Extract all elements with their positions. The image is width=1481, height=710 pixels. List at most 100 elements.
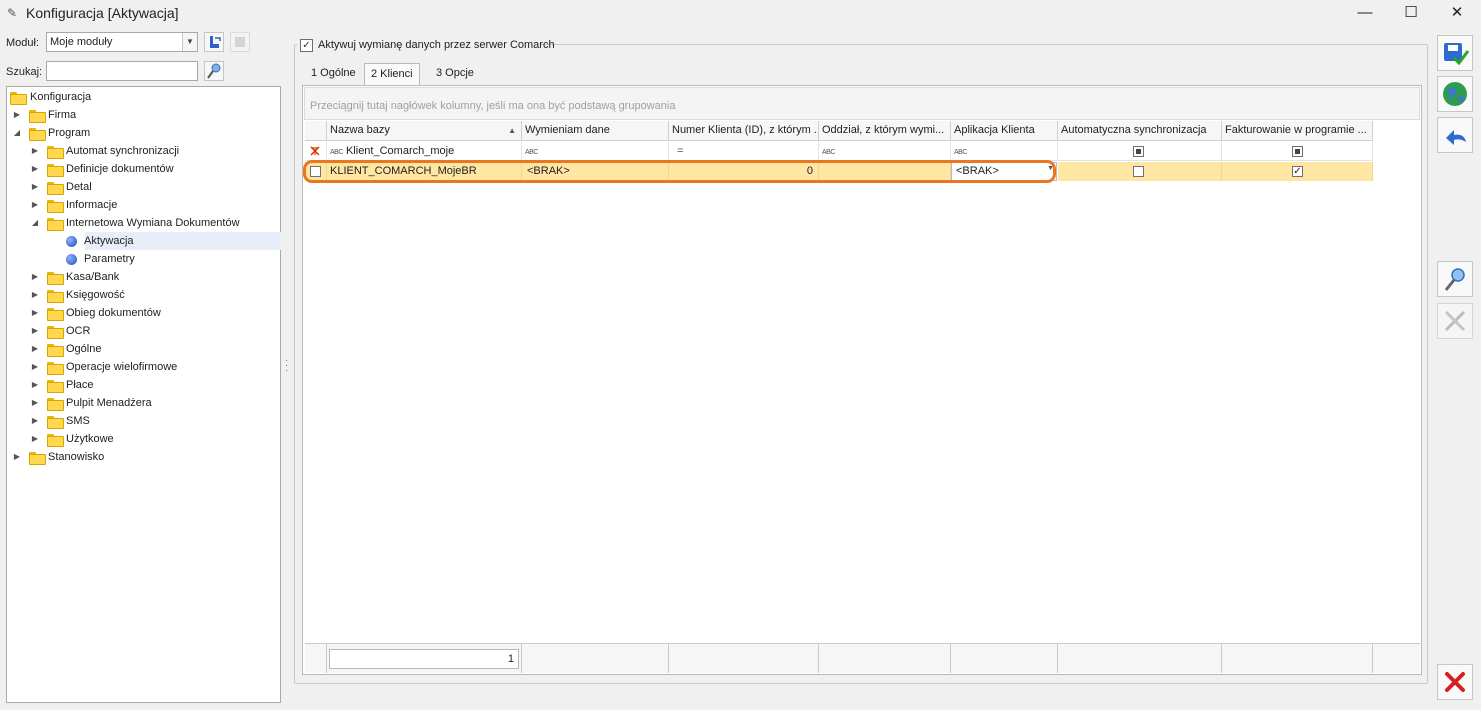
chevron-right-icon[interactable]: ▶ [30,160,40,178]
chevron-right-icon[interactable]: ▶ [30,142,40,160]
module-action-button[interactable] [204,32,224,52]
module-label: Moduł: [6,37,40,49]
folder-icon [47,308,64,321]
cell-automatyczna-synchronizacja[interactable] [1058,162,1222,181]
filter-aplikacja-klienta[interactable]: ABC [951,142,1058,161]
chevron-right-icon[interactable]: ▶ [30,376,40,394]
footer-cell [1058,643,1222,673]
tools-button[interactable] [1437,303,1473,339]
chevron-right-icon[interactable]: ▶ [30,286,40,304]
chevron-right-icon[interactable]: ▶ [30,340,40,358]
folder-icon [47,344,64,357]
activate-exchange-checkbox[interactable]: ✓ Aktywuj wymianę danych przez serwer Co… [297,37,555,53]
undo-button[interactable] [1437,117,1473,153]
config-tree[interactable]: Konfiguracja ▶ Firma ◢ Program ▶ Automat… [6,86,281,703]
chevron-right-icon[interactable]: ▶ [30,358,40,376]
chevron-right-icon[interactable]: ▶ [30,268,40,286]
folder-icon [47,434,64,447]
maximize-button[interactable]: ☐ [1388,0,1434,28]
text-filter-icon: ABC [525,149,538,156]
tab-opcje[interactable]: 3 Opcje [430,63,480,85]
app-icon: ✎ [7,6,18,20]
filter-checkbox-indeterminate[interactable] [1133,146,1144,157]
chevron-right-icon[interactable]: ▶ [12,448,22,466]
chevron-expanded-icon[interactable]: ◢ [30,214,40,232]
folder-icon [47,290,64,303]
filter-checkbox-indeterminate[interactable] [1292,146,1303,157]
search-tool-button[interactable] [1437,261,1473,297]
save-disk-icon [1444,43,1470,66]
activate-exchange-label: Aktywuj wymianę danych przez serwer Coma… [318,39,555,51]
filter-nazwa-bazy[interactable]: ABC Klient_Comarch_moje [327,142,522,161]
column-header-oddzial[interactable]: Oddział, z którym wymi... [819,121,951,141]
close-x-icon [1445,672,1465,692]
chevron-right-icon[interactable]: ▶ [30,304,40,322]
module-select-value: Moje moduły [50,36,113,48]
auto-sync-checkbox[interactable] [1133,166,1144,177]
search-button[interactable] [204,61,224,81]
footer-cell-count: 1 [327,643,522,673]
module-secondary-button[interactable] [230,32,250,52]
folder-icon [29,110,46,123]
folder-icon [47,326,64,339]
filter-oddzial[interactable]: ABC [819,142,951,161]
chevron-right-icon[interactable]: ▶ [30,178,40,196]
record-count: 1 [329,649,519,669]
filter-automatyczna-synchronizacja[interactable] [1058,142,1222,161]
cell-fakturowanie[interactable]: ✓ [1222,162,1373,181]
column-header-numer-klienta[interactable]: Numer Klienta (ID), z którym ... [669,121,819,141]
close-dialog-button[interactable] [1437,664,1473,700]
save-button[interactable] [1437,35,1473,71]
folder-icon [47,164,64,177]
footer-cell [522,643,669,673]
chevron-right-icon[interactable]: ▶ [30,430,40,448]
text-filter-icon: ABC [954,149,967,156]
folder-icon [29,128,46,141]
window-title: Konfiguracja [Aktywacja] [26,5,179,21]
footer-cell [1222,643,1373,673]
wrench-screwdriver-icon [1444,310,1466,332]
sort-ascending-icon: ▲ [508,126,516,135]
groupby-hint: Przeciągnij tutaj nagłówek kolumny, jeśl… [310,100,676,112]
footer-cell [669,643,819,673]
chevron-down-icon[interactable]: ▼ [182,33,197,51]
groupby-area[interactable]: Przeciągnij tutaj nagłówek kolumny, jeśl… [304,87,1420,120]
title-bar [0,0,1481,28]
filter-fakturowanie[interactable] [1222,142,1373,161]
tab-ogolne[interactable]: 1 Ogólne [305,63,362,85]
globe-action-button[interactable] [1437,76,1473,112]
column-header-automatyczna-synchronizacja[interactable]: Automatyczna synchronizacja [1058,121,1222,141]
chevron-right-icon[interactable]: ▶ [30,412,40,430]
chevron-right-icon[interactable]: ▶ [30,196,40,214]
close-window-button[interactable]: ✕ [1434,0,1480,28]
minimize-button[interactable]: — [1342,0,1388,28]
folder-icon [29,452,46,465]
filter-clear-icon[interactable] [305,142,325,160]
chevron-expanded-icon[interactable]: ◢ [12,124,22,142]
filter-numer-klienta[interactable]: = [669,142,819,161]
folder-icon [47,218,64,231]
activate-checkbox-box[interactable]: ✓ [300,39,313,52]
search-input[interactable] [46,61,198,81]
column-header-nazwa-bazy[interactable]: Nazwa bazy ▲ [327,121,522,141]
phone-arrow-icon [210,36,221,48]
column-header-aplikacja-klienta[interactable]: Aplikacja Klienta [951,121,1058,141]
chevron-right-icon[interactable]: ▶ [12,106,22,124]
chevron-right-icon[interactable]: ▶ [30,394,40,412]
column-header-fakturowanie[interactable]: Fakturowanie w programie ... [1222,121,1373,141]
chevron-right-icon[interactable]: ▶ [30,322,40,340]
text-filter-icon: ABC [330,149,343,156]
disabled-doc-icon [235,37,245,47]
settings-leaf-icon [66,254,77,265]
folder-icon [47,200,64,213]
tab-klienci[interactable]: 2 Klienci [364,63,420,85]
text-filter-icon: ABC [822,149,835,156]
search-label: Szukaj: [6,66,43,78]
module-select[interactable]: Moje moduły ▼ [46,32,198,52]
fakturowanie-checkbox[interactable]: ✓ [1292,166,1303,177]
column-header-wymieniam-dane[interactable]: Wymieniam dane [522,121,669,141]
magnifier-icon [1444,268,1465,291]
footer-cell-indicator [305,643,327,673]
filter-wymieniam-dane[interactable]: ABC [522,142,669,161]
splitter-grip[interactable]: · · · [285,356,289,376]
